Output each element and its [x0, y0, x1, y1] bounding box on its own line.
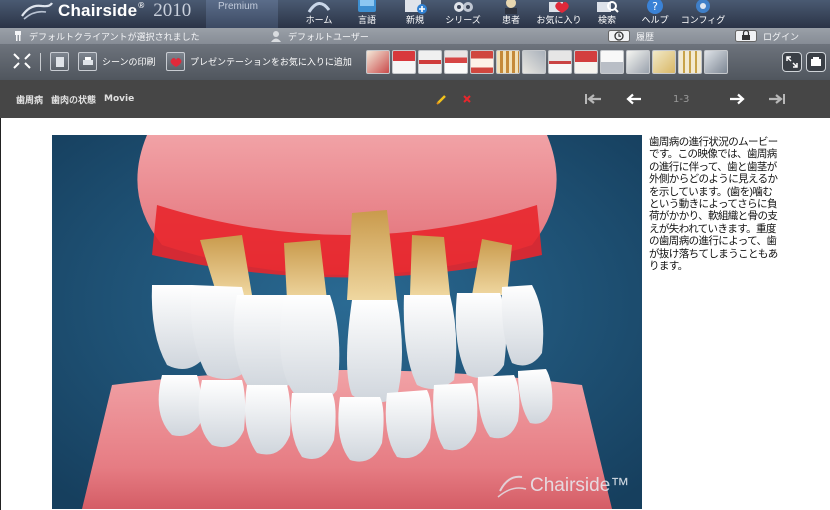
menu-new[interactable]: 新規: [392, 0, 438, 28]
breadcrumb-item[interactable]: 歯周病: [16, 93, 43, 106]
first-scene-button[interactable]: [584, 80, 602, 118]
breadcrumb-item[interactable]: Movie: [104, 94, 134, 104]
menu-label: お気に入り: [536, 16, 582, 26]
pen-icon: [436, 95, 446, 105]
client-status-label: デフォルトクライアントが選択されました: [29, 32, 200, 43]
skip-first-icon: [585, 94, 601, 104]
presentation-icon: [811, 57, 821, 66]
scene-thumb[interactable]: [600, 50, 624, 74]
print-scene-label: シーンの印刷: [102, 58, 156, 68]
document-icon: [50, 52, 69, 71]
clock-icon: [608, 30, 630, 42]
scene-thumbnails: [366, 50, 730, 74]
clear-drawing-button[interactable]: [462, 80, 472, 118]
menu-label: シリーズ: [445, 16, 481, 26]
chairside-logo-icon: [21, 2, 53, 20]
history-label: 履歴: [636, 32, 655, 43]
menu-series[interactable]: シリーズ: [440, 0, 486, 28]
app-name: Chairside: [58, 1, 138, 20]
presentation-button[interactable]: [806, 52, 826, 72]
menu-label: 言語: [357, 16, 376, 26]
app-brand: Chairside ® 2010: [20, 0, 191, 26]
last-scene-button[interactable]: [768, 80, 786, 118]
print-scene-button[interactable]: シーンの印刷: [78, 52, 156, 71]
menu-label: ホーム: [305, 16, 333, 26]
login-button[interactable]: ログイン: [735, 28, 799, 44]
scene-thumb[interactable]: [444, 50, 468, 74]
menu-favorites[interactable]: お気に入り: [536, 0, 582, 28]
user-status[interactable]: デフォルトユーザー: [270, 28, 369, 44]
client-status[interactable]: デフォルトクライアントが選択されました: [14, 28, 200, 44]
edition-badge: Premium: [206, 0, 278, 28]
draw-pen-button[interactable]: [436, 80, 448, 118]
previous-scene-button[interactable]: [626, 80, 642, 118]
next-scene-button[interactable]: [729, 80, 745, 118]
scene-thumb[interactable]: [418, 50, 442, 74]
scene-thumb[interactable]: [392, 50, 416, 74]
grid-expand-icon: [13, 53, 31, 69]
user-status-label: デフォルトユーザー: [288, 32, 369, 43]
menu-patient[interactable]: 患者: [488, 0, 534, 28]
app-year: 2010: [153, 0, 192, 21]
page-counter: 1-3: [673, 93, 690, 105]
scene-thumb[interactable]: [704, 50, 728, 74]
top-menu-bar: Chairside ® 2010 Premium ホーム 言語 新規 シリーズ 患…: [0, 0, 830, 28]
menu-help[interactable]: ? ヘルプ: [632, 0, 678, 28]
arrow-right-icon: [730, 93, 745, 105]
status-bar: デフォルトクライアントが選択されました デフォルトユーザー 履歴 ログイン: [0, 28, 830, 44]
user-icon: [271, 31, 281, 42]
login-label: ログイン: [763, 32, 800, 43]
scene-thumb[interactable]: [626, 50, 650, 74]
toolbar-divider: [40, 53, 41, 71]
expand-button[interactable]: [782, 52, 802, 72]
menu-search[interactable]: 検索: [584, 0, 630, 28]
menu-config[interactable]: コンフィグ: [680, 0, 726, 28]
watermark-label: Chairside™: [530, 475, 630, 496]
main-content: Chairside™ 歯周病の進行状況のムービーです。この映像では、歯周病の進行…: [0, 118, 830, 510]
scene-thumb[interactable]: [366, 50, 390, 74]
menu-label: 検索: [597, 16, 616, 26]
svg-text:?: ?: [652, 0, 658, 13]
navigation-bar: 歯周病 歯肉の状態 Movie 1-3: [0, 80, 830, 118]
expand-icon: [786, 56, 798, 68]
menu-label: 新規: [405, 16, 424, 26]
skip-last-icon: [769, 94, 785, 104]
breadcrumb-item[interactable]: 歯肉の状態: [51, 93, 96, 106]
scene-thumb[interactable]: [522, 50, 546, 74]
add-favorite-button[interactable]: プレゼンテーションをお気に入りに追加: [166, 52, 352, 71]
lock-icon: [735, 30, 757, 42]
menu-label: ヘルプ: [641, 16, 669, 26]
menu-home[interactable]: ホーム: [296, 0, 342, 28]
client-icon: [15, 31, 21, 41]
add-favorite-label: プレゼンテーションをお気に入りに追加: [190, 58, 352, 68]
document-button[interactable]: [50, 52, 74, 71]
periodontal-movie-viewer[interactable]: Chairside™: [52, 135, 642, 509]
scene-thumb[interactable]: [496, 50, 520, 74]
menu-label: コンフィグ: [680, 16, 726, 26]
scene-thumb[interactable]: [574, 50, 598, 74]
scene-thumb[interactable]: [678, 50, 702, 74]
teeth-illustration: [52, 135, 642, 509]
menu-label: 患者: [501, 16, 520, 26]
fullscreen-grid-button[interactable]: [12, 52, 32, 70]
menu-language[interactable]: 言語: [344, 0, 390, 28]
history-button[interactable]: 履歴: [608, 28, 654, 44]
scene-thumb[interactable]: [652, 50, 676, 74]
close-icon: [463, 95, 471, 103]
image-toolbar: シーンの印刷 プレゼンテーションをお気に入りに追加: [0, 44, 830, 80]
heart-icon: [166, 52, 185, 71]
main-menu: ホーム 言語 新規 シリーズ 患者 お気に入り 検索 ? ヘルプ コンフィグ: [296, 0, 728, 28]
breadcrumb: 歯周病 歯肉の状態 Movie: [16, 80, 142, 118]
scene-thumb[interactable]: [548, 50, 572, 74]
scene-thumb[interactable]: [470, 50, 494, 74]
movie-description: 歯周病の進行状況のムービーです。この映像では、歯周病の進行に伴って、歯と歯茎が外…: [649, 136, 778, 273]
printer-icon: [78, 52, 97, 71]
arrow-left-icon: [626, 93, 641, 105]
